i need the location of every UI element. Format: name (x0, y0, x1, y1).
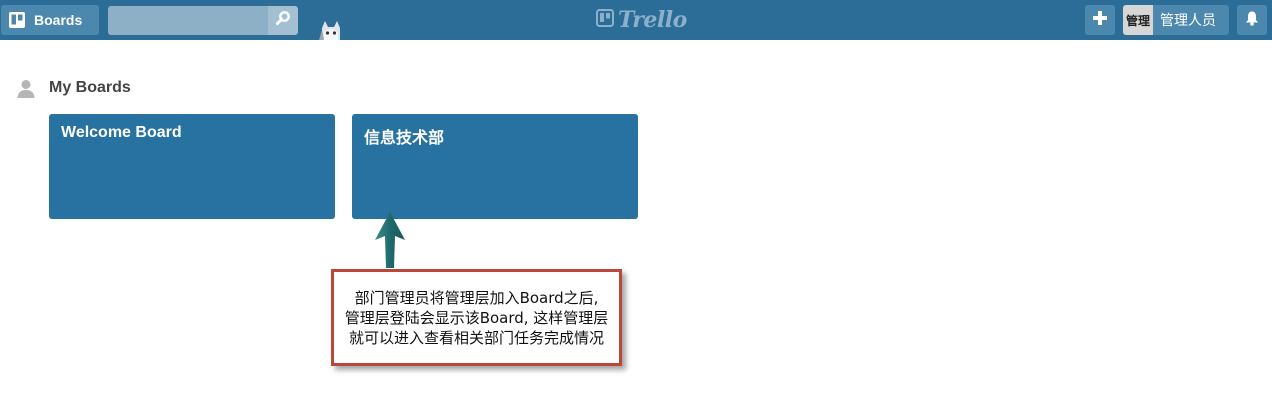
annotation-line: 部门管理员将管理层加入Board之后, (354, 288, 599, 307)
member-avatar: 管理 (1123, 5, 1153, 35)
board-name: 信息技术部 (364, 128, 445, 147)
plus-icon (1092, 10, 1108, 31)
boards-button[interactable]: Boards (1, 5, 99, 35)
trello-logo-text: Trello (618, 7, 687, 33)
trello-logo[interactable]: Trello (596, 7, 687, 33)
search-button[interactable] (268, 6, 298, 35)
trello-logo-icon (596, 8, 614, 32)
annotation-arrow-icon (370, 210, 410, 272)
annotation-callout: 部门管理员将管理层加入Board之后, 管理层登陆会显示该Board, 这样管理… (331, 269, 622, 366)
member-name: 管理人员 (1160, 13, 1216, 29)
board-tile-it-department[interactable]: 信息技术部 (352, 114, 638, 219)
board-tile-welcome[interactable]: Welcome Board (49, 114, 335, 219)
member-menu-button[interactable]: 管理 管理人员 (1123, 5, 1229, 35)
board-name: Welcome Board (61, 124, 182, 141)
search-box (108, 6, 298, 35)
taco-mascot-icon (316, 18, 346, 40)
boards-label: Boards (34, 12, 83, 28)
search-icon (275, 10, 291, 31)
user-icon (16, 78, 36, 98)
annotation-text: 部门管理员将管理层加入Board之后, 管理层登陆会显示该Board, 这样管理… (339, 288, 615, 348)
notifications-button[interactable] (1237, 5, 1267, 35)
section-title: My Boards (49, 79, 131, 96)
search-input[interactable] (108, 6, 268, 35)
my-boards-header: My Boards (16, 78, 131, 98)
annotation-line: 就可以进入查看相关部门任务完成情况 (348, 328, 604, 347)
board-icon (8, 11, 26, 29)
top-header: Boards Trello 管理 管理人员 (0, 0, 1272, 40)
annotation-line: 管理层登陆会显示该Board, 这样管理层 (344, 308, 609, 327)
bell-icon (1244, 10, 1260, 31)
add-button[interactable] (1085, 5, 1115, 35)
